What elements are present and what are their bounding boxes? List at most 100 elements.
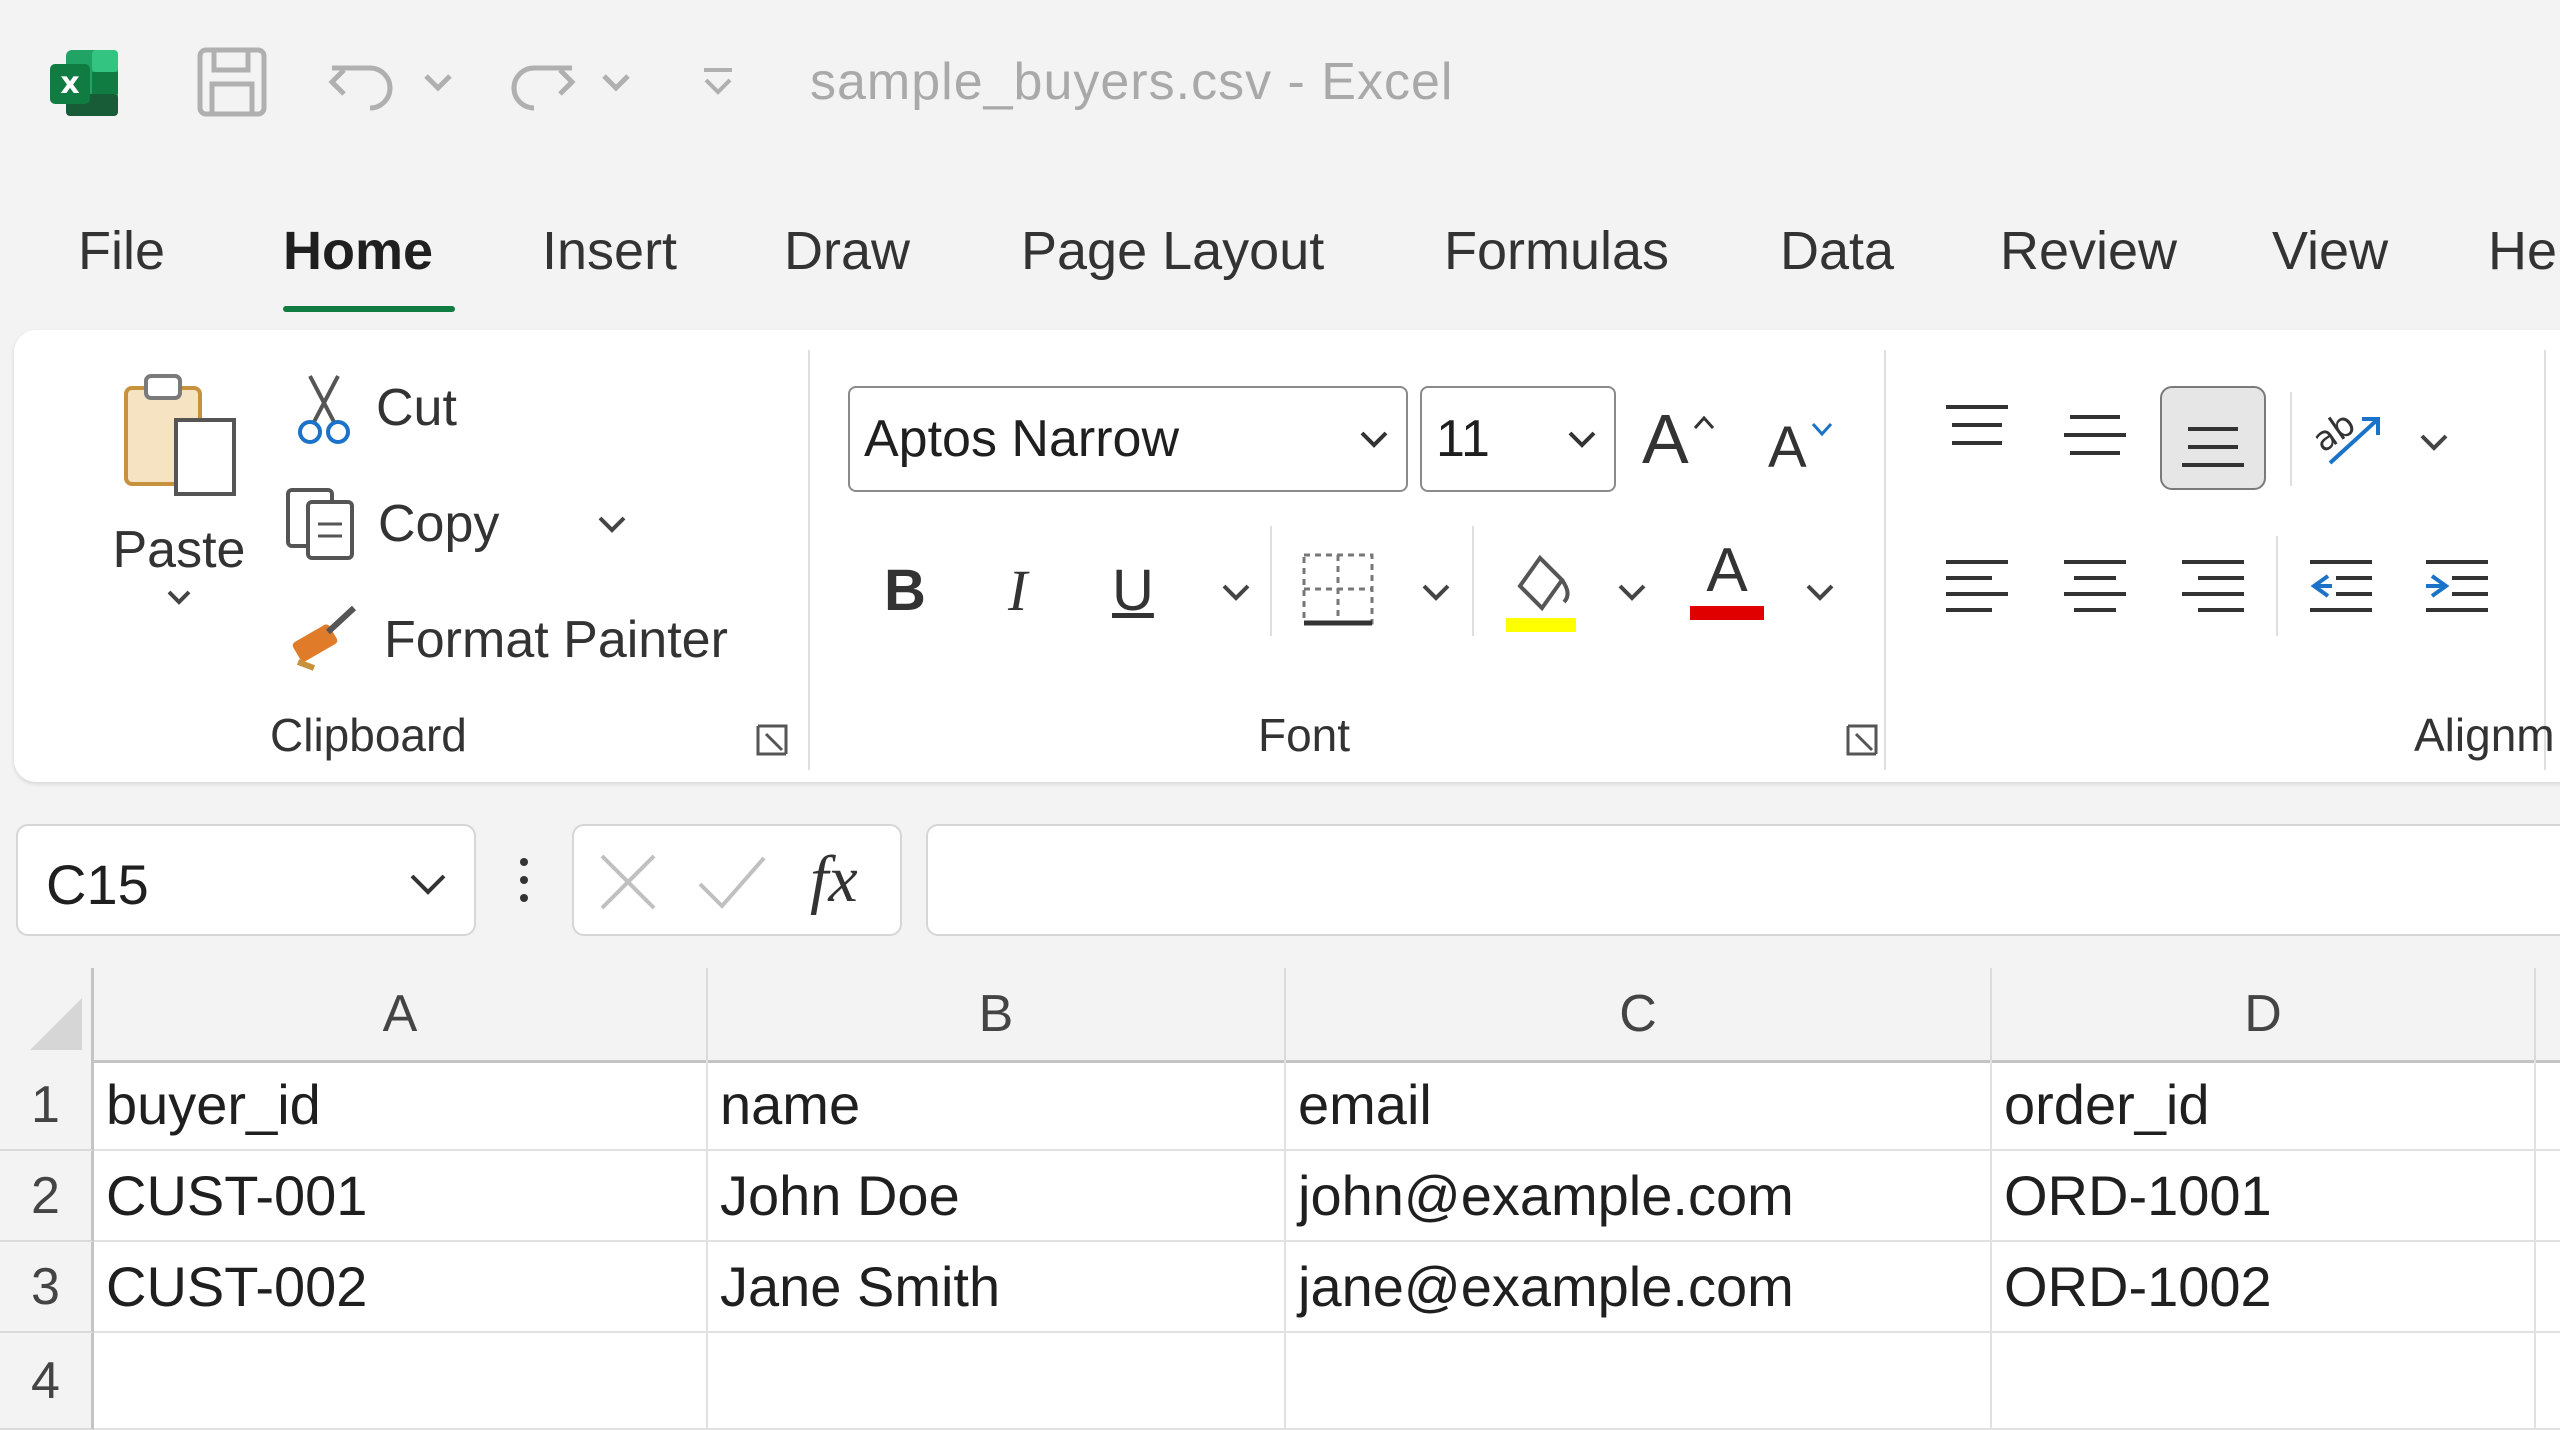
copy-dropdown-button[interactable] <box>592 502 632 546</box>
cut-label: Cut <box>376 379 457 437</box>
row-header-3[interactable]: 3 <box>0 1242 94 1333</box>
row-header-4[interactable]: 4 <box>0 1333 94 1430</box>
insert-function-button[interactable]: fx <box>810 842 858 918</box>
chevron-down-icon <box>1360 431 1388 448</box>
tab-review[interactable]: Review <box>2000 220 2177 282</box>
format-painter-button[interactable]: Format Painter <box>288 598 728 682</box>
cell-e2[interactable] <box>2536 1151 2560 1242</box>
paste-button[interactable]: Paste <box>94 364 264 664</box>
align-center-button[interactable] <box>2060 542 2130 632</box>
confirm-formula-button[interactable] <box>696 850 768 919</box>
cell-d2[interactable]: ORD-1001 <box>1992 1151 2536 1242</box>
font-size-value: 11 <box>1436 410 1490 468</box>
decrease-indent-button[interactable] <box>2306 542 2376 632</box>
column-header-a[interactable]: A <box>94 968 708 1060</box>
font-name-value: Aptos Narrow <box>864 410 1179 468</box>
borders-icon <box>1302 553 1374 626</box>
scissors-icon <box>298 375 350 444</box>
customize-quick-access-button[interactable] <box>694 40 742 124</box>
excel-app-icon[interactable]: x <box>48 46 122 120</box>
cell-c4[interactable] <box>1286 1333 1992 1430</box>
orientation-dropdown-button[interactable] <box>2414 420 2454 464</box>
column-header-d[interactable]: D <box>1992 968 2536 1060</box>
tab-view[interactable]: View <box>2272 220 2388 282</box>
text-orientation-icon: ab <box>2310 404 2380 465</box>
cell-b1[interactable]: name <box>708 1060 1286 1151</box>
cell-d4[interactable] <box>1992 1333 2536 1430</box>
font-color-dropdown-button[interactable] <box>1800 570 1840 614</box>
borders-dropdown-button[interactable] <box>1416 570 1456 614</box>
align-left-button[interactable] <box>1942 542 2012 632</box>
undo-dropdown-button[interactable] <box>418 40 458 124</box>
tab-page-layout[interactable]: Page Layout <box>1021 220 1324 282</box>
name-box[interactable]: C15 <box>16 824 476 936</box>
tab-formulas[interactable]: Formulas <box>1444 220 1669 282</box>
redo-button[interactable] <box>500 40 584 124</box>
cell-d3[interactable]: ORD-1002 <box>1992 1242 2536 1333</box>
group-separator <box>808 350 810 770</box>
tab-insert[interactable]: Insert <box>542 220 677 282</box>
copy-button[interactable]: Copy <box>282 482 499 566</box>
clipboard-dialog-launcher[interactable] <box>754 722 790 758</box>
fill-color-dropdown-button[interactable] <box>1612 570 1652 614</box>
orientation-button[interactable]: ab <box>2310 392 2390 482</box>
increase-font-size-button[interactable]: A <box>1642 394 1719 484</box>
decrease-font-size-button[interactable]: A <box>1768 402 1837 492</box>
active-tab-indicator <box>283 306 455 312</box>
cell-b3[interactable]: Jane Smith <box>708 1242 1286 1333</box>
font-size-combo[interactable]: 11 <box>1420 386 1616 492</box>
row-header-2[interactable]: 2 <box>0 1151 94 1242</box>
cell-e3[interactable] <box>2536 1242 2560 1333</box>
tab-help[interactable]: He <box>2488 220 2557 282</box>
bold-button[interactable]: B <box>884 540 926 640</box>
caret-down-icon <box>1811 422 1832 437</box>
tab-draw[interactable]: Draw <box>784 220 910 282</box>
select-all-button[interactable] <box>0 968 94 1060</box>
italic-button[interactable]: I <box>1008 540 1027 640</box>
cell-e4[interactable] <box>2536 1333 2560 1430</box>
cell-c3[interactable]: jane@example.com <box>1286 1242 1992 1333</box>
underline-button[interactable]: U <box>1112 540 1154 640</box>
cell-e1[interactable] <box>2536 1060 2560 1151</box>
tab-data[interactable]: Data <box>1780 220 1894 282</box>
font-color-button[interactable]: A <box>1690 536 1764 636</box>
underline-dropdown-button[interactable] <box>1216 570 1256 614</box>
top-align-button[interactable] <box>1942 394 2012 474</box>
chevron-down-icon <box>1222 584 1250 601</box>
column-header-b[interactable]: B <box>708 968 1286 1060</box>
chevron-down-icon <box>1568 431 1596 448</box>
increase-indent-button[interactable] <box>2422 542 2492 632</box>
cell-c1[interactable]: email <box>1286 1060 1992 1151</box>
middle-align-button[interactable] <box>2060 394 2130 474</box>
cell-a4[interactable] <box>94 1333 708 1430</box>
chevron-down-icon <box>602 74 630 92</box>
font-name-combo[interactable]: Aptos Narrow <box>848 386 1408 492</box>
fill-color-button[interactable] <box>1500 536 1580 636</box>
column-header-e-partial[interactable] <box>2536 968 2560 1060</box>
formula-input[interactable] <box>926 824 2560 936</box>
customize-toolbar-icon <box>704 68 732 95</box>
undo-button[interactable] <box>320 40 404 124</box>
redo-dropdown-button[interactable] <box>596 40 636 124</box>
row-header-1[interactable]: 1 <box>0 1060 94 1151</box>
cell-c2[interactable]: john@example.com <box>1286 1151 1992 1242</box>
column-header-c[interactable]: C <box>1286 968 1992 1060</box>
cell-d1[interactable]: order_id <box>1992 1060 2536 1151</box>
formula-bar-options-button[interactable] <box>506 850 542 910</box>
cut-button[interactable]: Cut <box>294 366 457 450</box>
borders-button[interactable] <box>1298 544 1378 634</box>
cell-a1[interactable]: buyer_id <box>94 1060 708 1151</box>
align-right-button[interactable] <box>2178 542 2248 632</box>
save-button[interactable] <box>190 40 274 124</box>
group-separator <box>1472 526 1474 636</box>
cell-b2[interactable]: John Doe <box>708 1151 1286 1242</box>
cell-a2[interactable]: CUST-001 <box>94 1151 708 1242</box>
ribbon-tabs: File Home Insert Draw Page Layout Formul… <box>0 220 2560 312</box>
tab-file[interactable]: File <box>78 220 165 282</box>
cell-b4[interactable] <box>708 1333 1286 1430</box>
tab-home[interactable]: Home <box>283 220 433 282</box>
cancel-formula-button[interactable] <box>596 850 660 919</box>
cell-a3[interactable]: CUST-002 <box>94 1242 708 1333</box>
bottom-align-button[interactable] <box>2160 386 2266 490</box>
font-dialog-launcher[interactable] <box>1844 722 1880 758</box>
